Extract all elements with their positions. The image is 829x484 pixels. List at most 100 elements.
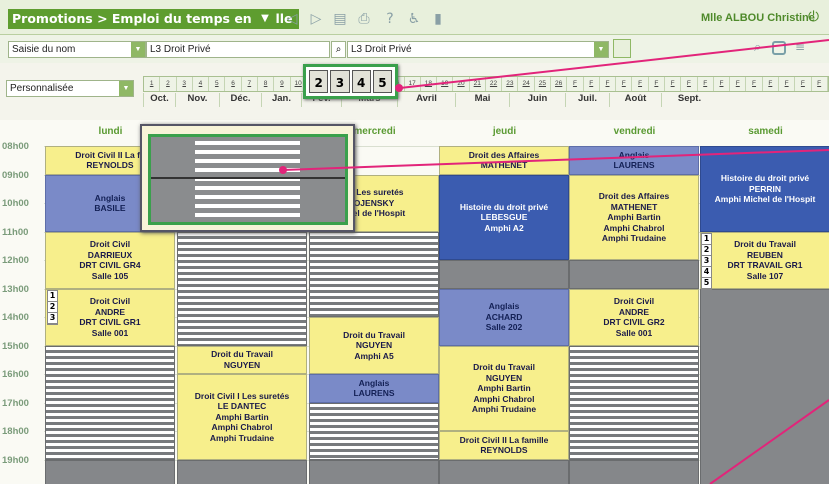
week-cell[interactable]: 20	[453, 77, 470, 91]
group-number[interactable]: 5	[702, 278, 711, 289]
event-text-line: Droit Civil I Les suretés	[194, 390, 290, 401]
week-cell[interactable]: F	[681, 77, 698, 91]
group-number[interactable]: 3	[702, 256, 711, 267]
chevron-down-icon[interactable]: ▼	[119, 81, 133, 96]
week-cell[interactable]: F	[584, 77, 600, 91]
week-cell[interactable]: 22	[486, 77, 503, 91]
list-icon[interactable]: ▤	[330, 9, 350, 29]
event-block[interactable]	[45, 459, 175, 484]
menu-icon[interactable]: ≡	[795, 40, 805, 54]
event-block[interactable]: Histoire du droit privé LEBESGUE Amphi A2	[439, 174, 569, 260]
event-block[interactable]	[309, 459, 439, 484]
event-block[interactable]: Droit du Travail NGUYEN	[177, 345, 307, 374]
week-cell[interactable]: 18	[421, 77, 438, 91]
week-cell[interactable]: F	[714, 77, 731, 91]
hour-label: 11h00	[2, 226, 29, 238]
event-block[interactable]: Droit du Travail NGUYEN Amphi A5	[309, 317, 439, 374]
group-number[interactable]: 3	[48, 313, 57, 324]
event-text-line: ACHARD	[485, 311, 523, 322]
event-block[interactable]	[177, 459, 307, 484]
week-cell[interactable]: 9	[274, 77, 291, 91]
event-block[interactable]: Droit des Affaires MATHENET	[439, 146, 569, 175]
week-cell[interactable]: F	[730, 77, 747, 91]
week-cell[interactable]: F	[812, 77, 828, 91]
group-number[interactable]: 2	[702, 245, 711, 256]
week-cell[interactable]: F	[779, 77, 796, 91]
event-block[interactable]	[569, 459, 699, 484]
zoom-cell-frame	[148, 134, 348, 225]
calendar-icon[interactable]	[613, 39, 631, 58]
week-cell[interactable]: 3	[177, 77, 193, 91]
search-icon[interactable]: ⌕	[331, 41, 346, 58]
week-cell[interactable]: F	[567, 77, 584, 91]
week-cell[interactable]: 1	[144, 77, 161, 91]
group-number[interactable]: 4	[702, 267, 711, 278]
event-block[interactable]: Droit des Affaires MATHENET Amphi Bartin Am…	[569, 174, 699, 260]
event-block[interactable]: Droit Civil II La famille REYNOLDS	[439, 431, 569, 460]
print-icon[interactable]: ⎙	[354, 9, 374, 29]
event-block[interactable]	[45, 345, 175, 460]
event-block[interactable]: Droit Civil ANDRE DRT CIVIL GR1 Salle 001	[45, 288, 175, 346]
event-block[interactable]	[309, 402, 439, 460]
event-block[interactable]: Droit Civil ANDRE DRT CIVIL GR2 Salle 001	[569, 288, 699, 346]
next-icon[interactable]: ▷	[306, 9, 326, 29]
class-search-input[interactable]: L3 Droit Privé	[146, 41, 330, 58]
week-cell[interactable]: F	[795, 77, 812, 91]
week-cell[interactable]: 23	[502, 77, 519, 91]
week-cell[interactable]: 24	[518, 77, 535, 91]
event-block[interactable]: Anglais LAURENS	[569, 146, 699, 175]
event-block[interactable]	[569, 345, 699, 460]
prev-icon[interactable]: ◁	[282, 9, 302, 29]
event-block[interactable]: Droit Civil DARRIEUX DRT CIVIL GR4 Salle 10…	[45, 231, 175, 289]
week-cell[interactable]: 7	[242, 77, 258, 91]
event-block[interactable]	[439, 260, 569, 289]
event-block[interactable]: Histoire du droit privé PERRIN Amphi Miche…	[700, 146, 829, 232]
event-block[interactable]: Anglais ACHARD Salle 202	[439, 288, 569, 346]
event-block[interactable]	[700, 288, 829, 484]
event-block[interactable]: Droit Civil I Les suretés LE DANTEC Amphi …	[177, 374, 307, 460]
week-cell[interactable]: F	[649, 77, 665, 91]
week-cell[interactable]: 4	[193, 77, 210, 91]
event-block[interactable]	[569, 260, 699, 289]
week-cell[interactable]: F	[665, 77, 682, 91]
event-block[interactable]	[439, 459, 569, 484]
event-block[interactable]: Anglais LAURENS	[309, 374, 439, 403]
event-block[interactable]	[177, 231, 307, 346]
group-number[interactable]: 1	[702, 234, 711, 245]
week-cell[interactable]: F	[763, 77, 779, 91]
week-cell[interactable]: F	[746, 77, 763, 91]
week-cell[interactable]: 5	[209, 77, 226, 91]
chevron-down-icon[interactable]: ▼	[594, 42, 608, 57]
week-cell[interactable]: 2	[160, 77, 177, 91]
selector-bar: Saisie du nom ▼ L3 Droit Privé ⌕ L3 Droi…	[0, 35, 829, 63]
help-icon[interactable]: ?	[380, 9, 400, 29]
phone-icon[interactable]: ▮	[428, 9, 448, 29]
mode-select[interactable]: Saisie du nom ▼	[8, 41, 146, 58]
accessibility-icon[interactable]: ♿	[404, 9, 424, 29]
week-cell[interactable]: F	[632, 77, 649, 91]
chevron-down-icon[interactable]: ▼	[131, 42, 145, 57]
chevron-down-icon[interactable]: ▼	[254, 9, 276, 29]
month-label: Jan.	[261, 93, 301, 107]
week-cell[interactable]: 25	[535, 77, 552, 91]
period-select[interactable]: Personnalisée ▼	[6, 80, 134, 97]
event-block[interactable]	[309, 231, 439, 317]
week-cell[interactable]: F	[600, 77, 617, 91]
week-cell[interactable]: 19	[437, 77, 454, 91]
hour-label: 14h00	[2, 312, 29, 323]
week-cell[interactable]: 6	[225, 77, 242, 91]
week-cell[interactable]: F	[616, 77, 633, 91]
settings-icon[interactable]	[772, 41, 786, 55]
event-block[interactable]: Droit du Travail NGUYEN Amphi Bartin Amphi …	[439, 345, 569, 431]
event-block[interactable]: Droit du Travail REUBEN DRT TRAVAIL GR1 Sal…	[700, 231, 829, 289]
week-cell[interactable]: 17	[405, 77, 421, 91]
week-cell[interactable]: F	[698, 77, 714, 91]
week-cell[interactable]: 8	[258, 77, 275, 91]
class-select[interactable]: L3 Droit Privé ▼	[347, 41, 609, 58]
zoom-icon[interactable]: ⌕	[754, 40, 761, 55]
week-cell[interactable]: 21	[470, 77, 486, 91]
group-number[interactable]: 2	[48, 302, 57, 313]
power-icon[interactable]: ⏻	[808, 9, 819, 25]
group-number[interactable]: 1	[48, 291, 57, 302]
week-cell[interactable]: 26	[551, 77, 568, 91]
